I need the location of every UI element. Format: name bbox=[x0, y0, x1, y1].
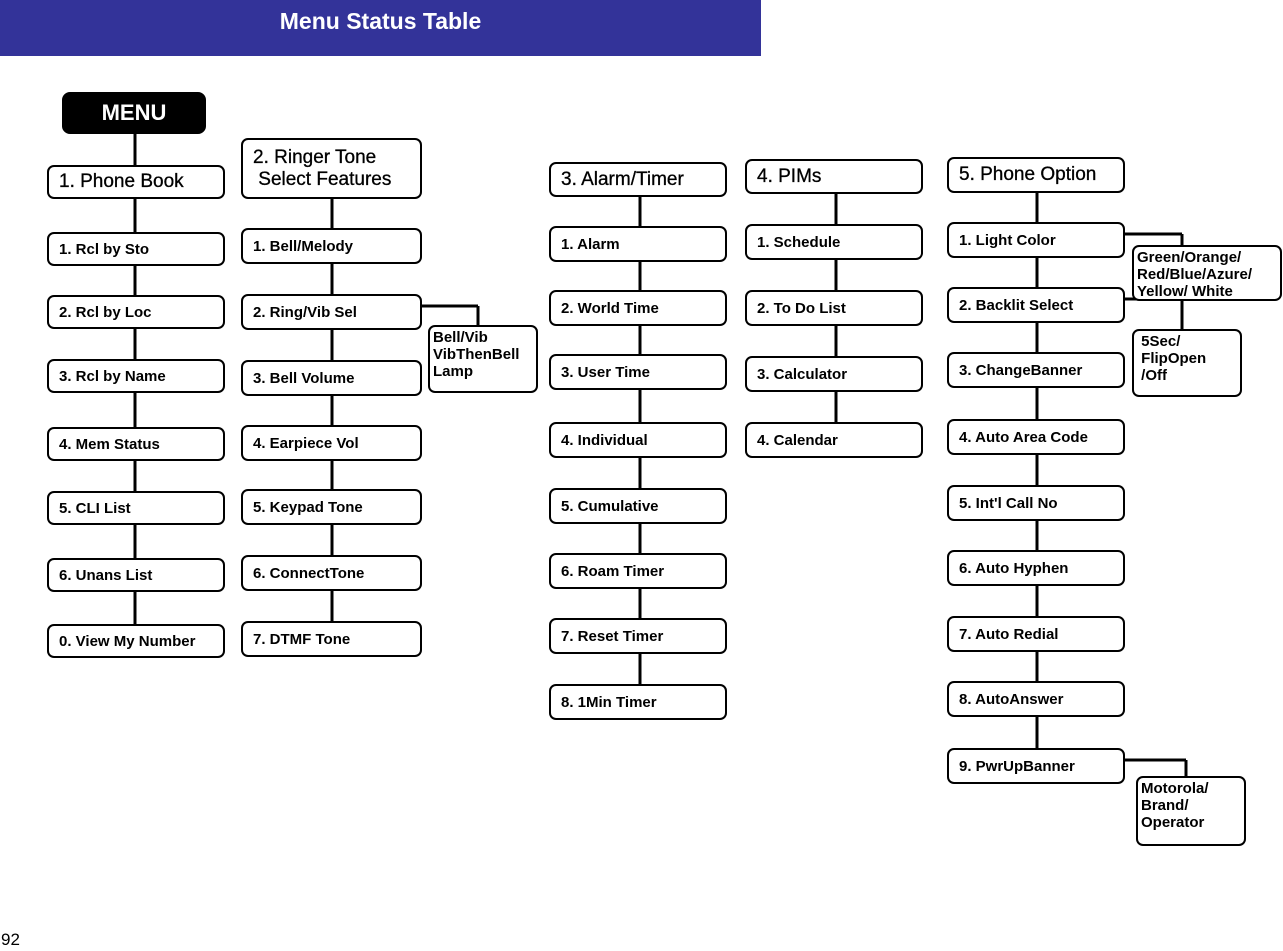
menu-item-alarm-timer-8-label: 8. 1Min Timer bbox=[561, 693, 657, 711]
menu-item-alarm-timer-5[interactable]: 5. Cumulative bbox=[549, 488, 727, 524]
menu-header-ringer-tone-label: 2. Ringer Tone Select Features bbox=[253, 146, 392, 190]
options-box-phone-option-1: Green/Orange/ Red/Blue/Azure/ Yellow/ Wh… bbox=[1132, 245, 1282, 301]
menu-item-phone-option-2[interactable]: 2. Backlit Select bbox=[947, 287, 1125, 323]
menu-item-alarm-timer-6-label: 6. Roam Timer bbox=[561, 562, 665, 580]
menu-item-phone-book-3[interactable]: 3. Rcl by Name bbox=[47, 359, 225, 393]
menu-item-phone-option-7-label: 7. Auto Redial bbox=[959, 625, 1059, 643]
menu-root-node[interactable]: MENU bbox=[62, 92, 206, 134]
menu-item-phone-option-1-label: 1. Light Color bbox=[959, 231, 1056, 249]
menu-item-phone-option-4[interactable]: 4. Auto Area Code bbox=[947, 419, 1125, 455]
menu-item-phone-option-3-label: 3. ChangeBanner bbox=[959, 361, 1083, 379]
menu-item-phone-option-9[interactable]: 9. PwrUpBanner bbox=[947, 748, 1125, 784]
menu-item-ringer-tone-7[interactable]: 7. DTMF Tone bbox=[241, 621, 422, 657]
menu-item-alarm-timer-5-label: 5. Cumulative bbox=[561, 497, 659, 515]
menu-item-alarm-timer-4-label: 4. Individual bbox=[561, 431, 648, 449]
menu-item-ringer-tone-6-label: 6. ConnectTone bbox=[253, 564, 365, 582]
menu-item-phone-option-6-label: 6. Auto Hyphen bbox=[959, 559, 1069, 577]
menu-item-ringer-tone-3[interactable]: 3. Bell Volume bbox=[241, 360, 422, 396]
menu-item-ringer-tone-2[interactable]: 2. Ring/Vib Sel bbox=[241, 294, 422, 330]
menu-item-ringer-tone-4[interactable]: 4. Earpiece Vol bbox=[241, 425, 422, 461]
menu-item-pims-4[interactable]: 4. Calendar bbox=[745, 422, 923, 458]
connector-lines bbox=[133, 134, 1188, 776]
menu-item-phone-option-3[interactable]: 3. ChangeBanner bbox=[947, 352, 1125, 388]
menu-item-phone-book-7-label: 0. View My Number bbox=[59, 632, 196, 650]
menu-item-phone-option-2-label: 2. Backlit Select bbox=[959, 296, 1074, 314]
menu-item-phone-option-7[interactable]: 7. Auto Redial bbox=[947, 616, 1125, 652]
menu-header-pims-label: 4. PIMs bbox=[757, 165, 822, 187]
menu-item-alarm-timer-7-label: 7. Reset Timer bbox=[561, 627, 664, 645]
menu-item-phone-book-4-label: 4. Mem Status bbox=[59, 435, 160, 453]
menu-item-phone-book-5-label: 5. CLI List bbox=[59, 499, 131, 517]
menu-item-pims-3-label: 3. Calculator bbox=[757, 365, 848, 383]
menu-root-node-label: MENU bbox=[101, 100, 167, 125]
menu-item-phone-option-5-label: 5. Int'l Call No bbox=[959, 494, 1058, 512]
menu-item-ringer-tone-3-label: 3. Bell Volume bbox=[253, 369, 355, 387]
menu-header-ringer-tone[interactable]: 2. Ringer Tone Select Features bbox=[241, 138, 422, 199]
menu-item-phone-option-8-label: 8. AutoAnswer bbox=[959, 690, 1064, 708]
menu-item-alarm-timer-3-label: 3. User Time bbox=[561, 363, 650, 381]
menu-item-alarm-timer-2[interactable]: 2. World Time bbox=[549, 290, 727, 326]
menu-item-alarm-timer-3[interactable]: 3. User Time bbox=[549, 354, 727, 390]
options-box-phone-option-9: Motorola/ Brand/ Operator bbox=[1136, 776, 1246, 846]
menu-item-alarm-timer-8[interactable]: 8. 1Min Timer bbox=[549, 684, 727, 720]
menu-item-phone-option-6[interactable]: 6. Auto Hyphen bbox=[947, 550, 1125, 586]
menu-item-phone-book-4[interactable]: 4. Mem Status bbox=[47, 427, 225, 461]
menu-item-pims-4-label: 4. Calendar bbox=[757, 431, 838, 449]
menu-header-phone-option[interactable]: 5. Phone Option bbox=[947, 157, 1125, 193]
menu-item-phone-option-9-label: 9. PwrUpBanner bbox=[959, 757, 1075, 775]
options-box-ringer-tone-2-label: Bell/Vib VibThenBell Lamp bbox=[433, 329, 520, 380]
menu-header-alarm-timer-label: 3. Alarm/Timer bbox=[561, 168, 684, 190]
menu-item-phone-book-2-label: 2. Rcl by Loc bbox=[59, 303, 152, 321]
menu-item-ringer-tone-2-label: 2. Ring/Vib Sel bbox=[253, 303, 357, 321]
menu-item-phone-book-6[interactable]: 6. Unans List bbox=[47, 558, 225, 592]
menu-item-ringer-tone-6[interactable]: 6. ConnectTone bbox=[241, 555, 422, 591]
menu-item-alarm-timer-2-label: 2. World Time bbox=[561, 299, 659, 317]
menu-item-pims-1-label: 1. Schedule bbox=[757, 233, 841, 251]
menu-item-ringer-tone-7-label: 7. DTMF Tone bbox=[253, 630, 351, 648]
menu-item-alarm-timer-6[interactable]: 6. Roam Timer bbox=[549, 553, 727, 589]
menu-item-phone-option-4-label: 4. Auto Area Code bbox=[959, 428, 1088, 446]
options-box-phone-option-9-label: Motorola/ Brand/ Operator bbox=[1141, 780, 1209, 831]
menu-header-phone-book[interactable]: 1. Phone Book bbox=[47, 165, 225, 199]
menu-item-phone-book-3-label: 3. Rcl by Name bbox=[59, 367, 166, 385]
menu-item-alarm-timer-4[interactable]: 4. Individual bbox=[549, 422, 727, 458]
menu-header-alarm-timer[interactable]: 3. Alarm/Timer bbox=[549, 162, 727, 197]
menu-item-pims-1[interactable]: 1. Schedule bbox=[745, 224, 923, 260]
menu-item-ringer-tone-5[interactable]: 5. Keypad Tone bbox=[241, 489, 422, 525]
options-box-phone-option-1-label: Green/Orange/ Red/Blue/Azure/ Yellow/ Wh… bbox=[1137, 249, 1253, 300]
menu-item-ringer-tone-1-label: 1. Bell/Melody bbox=[253, 237, 354, 255]
menu-item-phone-book-2[interactable]: 2. Rcl by Loc bbox=[47, 295, 225, 329]
menu-header-phone-option-label: 5. Phone Option bbox=[959, 164, 1097, 185]
menu-item-phone-book-5[interactable]: 5. CLI List bbox=[47, 491, 225, 525]
menu-item-pims-3[interactable]: 3. Calculator bbox=[745, 356, 923, 392]
menu-item-phone-option-8[interactable]: 8. AutoAnswer bbox=[947, 681, 1125, 717]
menu-item-phone-option-5[interactable]: 5. Int'l Call No bbox=[947, 485, 1125, 521]
options-box-phone-option-2-label: 5Sec/ FlipOpen /Off bbox=[1141, 333, 1207, 384]
options-box-ringer-tone-2: Bell/Vib VibThenBell Lamp bbox=[428, 325, 538, 393]
menu-item-pims-2[interactable]: 2. To Do List bbox=[745, 290, 923, 326]
menu-item-ringer-tone-5-label: 5. Keypad Tone bbox=[253, 498, 363, 516]
menu-item-ringer-tone-1[interactable]: 1. Bell/Melody bbox=[241, 228, 422, 264]
menu-item-alarm-timer-1[interactable]: 1. Alarm bbox=[549, 226, 727, 262]
menu-item-phone-book-7[interactable]: 0. View My Number bbox=[47, 624, 225, 658]
menu-item-phone-book-1[interactable]: 1. Rcl by Sto bbox=[47, 232, 225, 266]
menu-item-phone-book-1-label: 1. Rcl by Sto bbox=[59, 240, 150, 258]
page-number: 92 bbox=[1, 930, 20, 949]
menu-item-alarm-timer-1-label: 1. Alarm bbox=[561, 235, 620, 253]
menu-header-pims[interactable]: 4. PIMs bbox=[745, 159, 923, 194]
menu-item-pims-2-label: 2. To Do List bbox=[757, 299, 846, 317]
menu-item-phone-option-1[interactable]: 1. Light Color bbox=[947, 222, 1125, 258]
menu-item-ringer-tone-4-label: 4. Earpiece Vol bbox=[253, 434, 359, 452]
menu-item-phone-book-6-label: 6. Unans List bbox=[59, 566, 153, 584]
menu-item-alarm-timer-7[interactable]: 7. Reset Timer bbox=[549, 618, 727, 654]
options-box-phone-option-2: 5Sec/ FlipOpen /Off bbox=[1132, 329, 1242, 397]
menu-header-phone-book-label: 1. Phone Book bbox=[59, 171, 184, 192]
